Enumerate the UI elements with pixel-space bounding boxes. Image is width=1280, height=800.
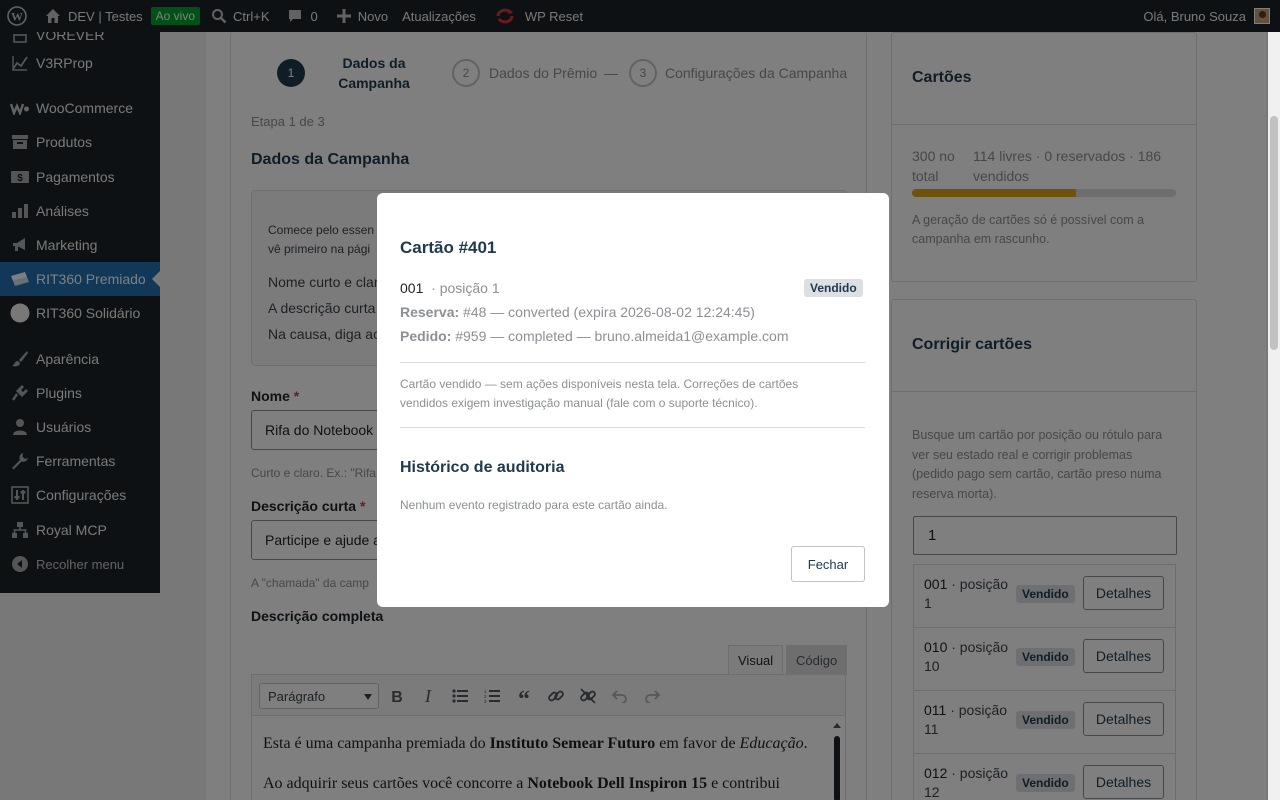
modal-card-label: 001: [400, 280, 424, 296]
modal-card-position: · posição 1: [431, 280, 500, 296]
card-detail-modal: Cartão #401 001 · posição 1 Vendido Rese…: [377, 193, 889, 607]
reservation-value: #48 — converted (expira 2026-08-02 12:24…: [459, 304, 755, 320]
audit-history-empty: Nenhum evento registrado para este cartã…: [400, 498, 668, 512]
modal-order: Pedido: #959 — completed — bruno.almeida…: [400, 328, 789, 344]
modal-status-badge: Vendido: [804, 279, 863, 297]
order-value: #959 — completed — bruno.almeida1@exampl…: [451, 328, 789, 344]
order-label: Pedido:: [400, 328, 452, 344]
modal-divider: [400, 427, 865, 428]
modal-reservation: Reserva: #48 — converted (expira 2026-08…: [400, 304, 755, 320]
reservation-label: Reserva:: [400, 304, 460, 320]
modal-title: Cartão #401: [400, 238, 497, 257]
page-scrollbar[interactable]: [1268, 32, 1280, 800]
audit-history-title: Histórico de auditoria: [400, 459, 565, 476]
page-scrollbar-thumb[interactable]: [1270, 116, 1278, 350]
modal-sold-message: Cartão vendido — sem ações disponíveis n…: [400, 377, 799, 410]
close-button[interactable]: Fechar: [791, 546, 865, 582]
modal-card-summary: 001 · posição 1: [400, 280, 500, 296]
modal-divider: [400, 362, 865, 363]
